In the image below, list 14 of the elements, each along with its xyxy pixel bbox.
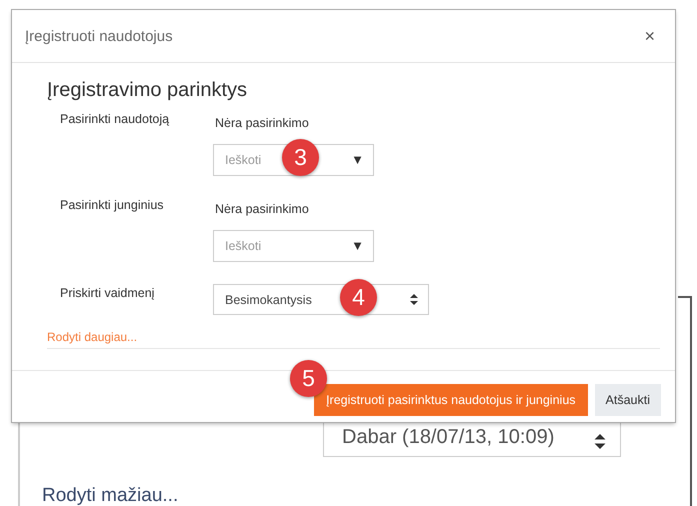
section-heading: Įregistravimo parinktys — [47, 79, 248, 102]
dropdown-arrow: ▼ — [351, 238, 364, 253]
selection-text: Nėra pasirinkimo — [214, 201, 310, 216]
dialog-title: Įregistruoti naudotojus — [25, 28, 173, 44]
cancel-button[interactable]: Atšaukti — [594, 384, 661, 416]
field-label: Priskirti vaidmenį — [60, 285, 156, 302]
sort-arrows-icon — [410, 294, 418, 305]
close-button[interactable]: × — [640, 26, 659, 46]
field-label: Pasirinkti junginius — [60, 198, 165, 214]
selection-text: Nėra pasirinkimo — [214, 115, 310, 130]
dropdown-arrow: ▼ — [351, 152, 364, 167]
field-label: Pasirinkti naudotoją — [60, 112, 170, 128]
show-less-link[interactable]: Rodyti mažiau... — [42, 485, 178, 506]
sort-arrows-icon — [594, 434, 606, 449]
